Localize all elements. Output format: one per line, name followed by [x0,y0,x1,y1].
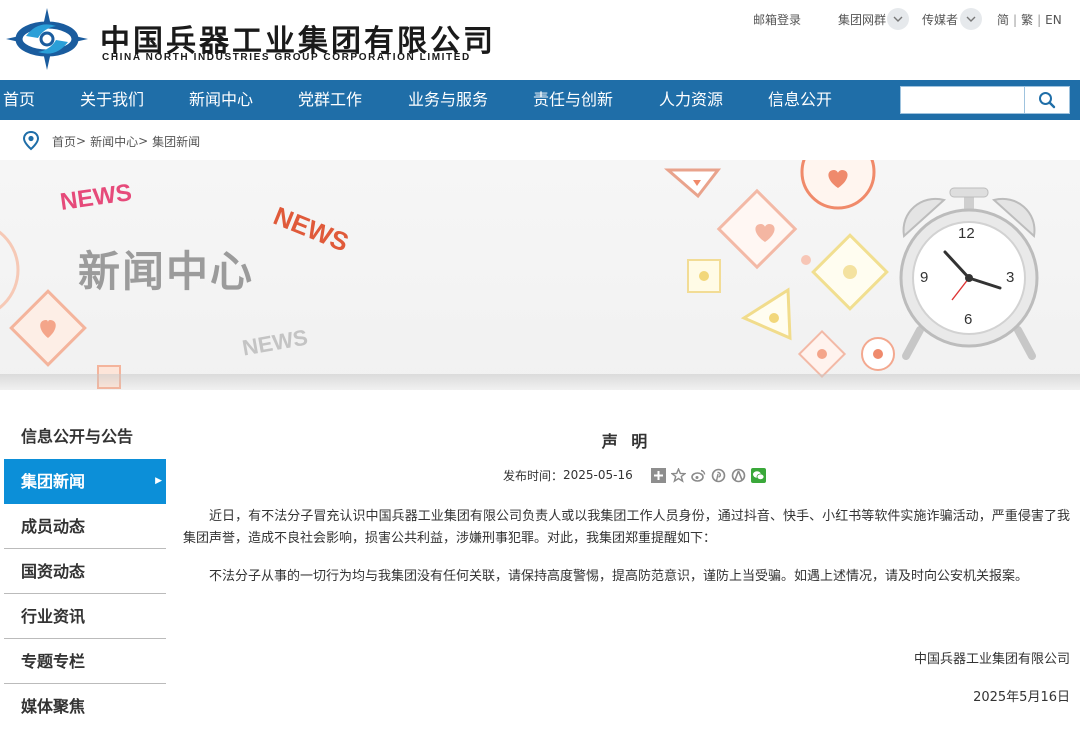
pinterest-icon[interactable] [711,468,726,483]
wechat-icon[interactable] [750,467,766,483]
nav-item-business[interactable]: 业务与服务 [408,80,488,120]
renren-icon[interactable] [731,468,746,483]
group-network-dropdown-button[interactable] [887,8,909,30]
plus-icon[interactable] [650,467,666,483]
article-title: 声 明 [601,432,652,451]
banner-title: 新闻中心 [78,247,255,296]
language-switcher: 简 | 繁 | EN [997,13,1062,27]
publish-date: 2025-05-16 [563,468,633,482]
sidebar-item-industry[interactable]: 行业资讯 [4,594,166,639]
clock-number-3: 3 [1006,269,1015,286]
nav-item-responsibility[interactable]: 责任与创新 [533,80,613,120]
nav-item-hr[interactable]: 人力资源 [659,80,723,120]
mail-login-link[interactable]: 邮箱登录 [753,11,801,28]
article-meta: 发布时间： 2025-05-16 [503,466,766,484]
media-link[interactable]: 传媒者 [922,11,958,28]
chevron-down-icon [966,16,976,22]
weibo-icon[interactable] [690,468,706,483]
sidebar-heading-disclosure[interactable]: 信息公开与公告 [4,414,166,459]
nav-item-home[interactable]: 首页 [3,80,35,120]
breadcrumb: 首页 > 新闻中心 > 集团新闻 [22,130,200,152]
lang-traditional[interactable]: 繁 [1021,13,1033,27]
sidebar: 信息公开与公告 集团新闻 ▶ 成员动态 国资动态 行业资讯 专题专栏 媒体聚焦 [4,414,166,729]
sidebar-item-member-news[interactable]: 成员动态 [4,504,166,549]
site-header: 中国兵器工业集团有限公司 CHINA NORTH INDUSTRIES GROU… [0,0,1080,80]
clock-number-9: 9 [920,269,929,286]
nav-item-about[interactable]: 关于我们 [80,80,144,120]
nav-item-news[interactable]: 新闻中心 [189,80,253,120]
group-network-link[interactable]: 集团网群 [838,11,886,28]
lang-english[interactable]: EN [1045,13,1062,27]
search-button[interactable] [1024,87,1069,113]
search-box [900,86,1070,114]
news-banner: NEWS NEWS NEWS 新闻中心 12 3 6 9 [0,160,1080,390]
caret-right-icon: ▶ [155,476,162,486]
article-paragraph-1: 近日，有不法分子冒充认识中国兵器工业集团有限公司负责人或以我集团工作人员身份，通… [183,509,1070,546]
breadcrumb-home[interactable]: 首页 [52,133,76,150]
sidebar-item-special[interactable]: 专题专栏 [4,639,166,684]
search-input[interactable] [901,87,1024,113]
sidebar-item-media[interactable]: 媒体聚焦 [4,684,166,729]
breadcrumb-separator: > [138,134,149,148]
media-dropdown-button[interactable] [960,8,982,30]
breadcrumb-news-center[interactable]: 新闻中心 [90,133,138,150]
sidebar-item-group-news[interactable]: 集团新闻 ▶ [4,459,166,504]
article-signature: 中国兵器工业集团有限公司 [913,652,1070,667]
location-pin-icon [22,131,40,151]
article-paragraph-2: 不法分子从事的一切行为均与我集团没有任何关联，请保持高度警惕，提高防范意识，谨防… [209,569,1029,584]
favorite-icon[interactable] [670,467,686,483]
article-sign-date: 2025年5月16日 [973,690,1070,705]
top-links-bar: 邮箱登录 集团网群 传媒者 简 | 繁 | EN [0,8,1080,30]
clock-number-6: 6 [964,311,973,328]
lang-simplified[interactable]: 简 [997,13,1009,27]
nav-item-disclosure[interactable]: 信息公开 [768,80,832,120]
sidebar-item-label: 集团新闻 [21,472,86,491]
chevron-down-icon [893,16,903,22]
banner-shadow [0,374,1080,390]
breadcrumb-group-news[interactable]: 集团新闻 [152,133,200,150]
breadcrumb-separator: > [76,134,87,148]
nav-item-party[interactable]: 党群工作 [298,80,362,120]
publish-label: 发布时间： [503,468,564,483]
clock-number-12: 12 [958,225,975,242]
sidebar-item-state-assets[interactable]: 国资动态 [4,549,166,594]
search-icon [1039,92,1056,109]
brand-name-en: CHINA NORTH INDUSTRIES GROUP CORPORATION… [102,52,471,63]
